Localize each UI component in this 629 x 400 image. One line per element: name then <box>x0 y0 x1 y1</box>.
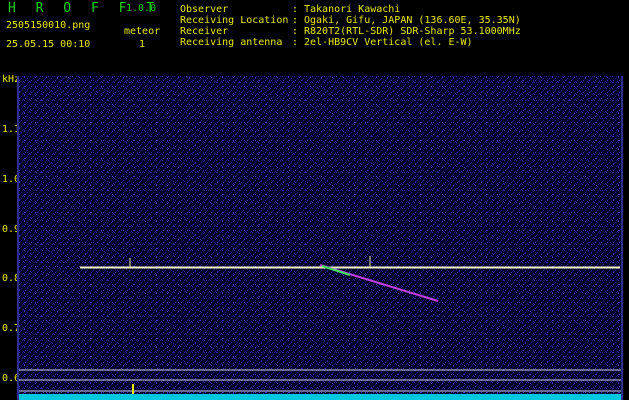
file-name: 2505150010.png <box>6 20 91 31</box>
info-value: Ogaki, Gifu, JAPAN (136.60E, 35.35N) <box>304 15 521 26</box>
info-label: Receiver <box>180 26 229 37</box>
info-value: 2el-HB9CV Vertical (el. E-W) <box>304 37 473 48</box>
spectrogram <box>17 76 623 400</box>
info-value: Takanori Kawachi <box>304 4 401 15</box>
meteor-count: 1 <box>139 39 146 50</box>
noise-overlay <box>18 76 622 400</box>
info-antenna: Receiving antenna:2el-HB9CV Vertical (el… <box>180 37 473 48</box>
file-timestamp: 25.05.15 00:10 <box>6 39 91 50</box>
level-bar <box>18 394 622 400</box>
info-label: Receiving antenna <box>180 37 283 48</box>
info-location: Receiving Location: Ogaki, Gifu, JAPAN (1… <box>180 15 521 26</box>
info-label: Receiving Location <box>180 15 289 26</box>
info-observer: Observer: Takanori Kawachi <box>180 4 401 15</box>
hroffft-screen: { "app": { "title": "H R O F F T", "vers… <box>0 0 629 400</box>
info-label: Observer <box>180 4 229 15</box>
info-receiver: Receiver: R820T2(RTL-SDR) SDR-Sharp 53.10… <box>180 26 521 37</box>
meteor-label: meteor <box>124 26 161 37</box>
station-info: Observer: Takanori Kawachi Receiving Loca… <box>180 4 521 48</box>
app-version: 1.0.0 <box>126 3 157 14</box>
info-value: R820T2(RTL-SDR) SDR-Sharp 53.1000MHz <box>304 26 521 37</box>
